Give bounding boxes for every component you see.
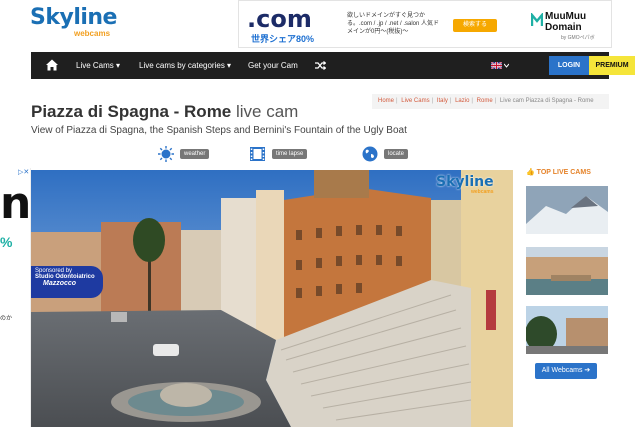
ad-brand-line2: Domain — [545, 22, 582, 33]
all-webcams-button[interactable]: All Webcams ➔ — [535, 363, 597, 379]
weather-label: weather — [180, 149, 210, 159]
ad-body-text: 欲しいドメインがすぐ見つかる。.com / .jp / .net / .salo… — [347, 13, 440, 35]
weather-button[interactable]: weather — [158, 146, 218, 162]
breadcrumb-current: Live cam Piazza di Spagna - Rome — [499, 98, 594, 104]
home-icon[interactable] — [45, 58, 59, 72]
site-logo[interactable]: Skyline webcams — [30, 6, 120, 44]
globe-icon — [362, 146, 378, 162]
side-ad[interactable]: ▷✕ n % のか — [0, 168, 31, 427]
webcam-image — [31, 170, 513, 427]
main-nav: Live Cams ▾ Live cams by categories ▾ Ge… — [31, 52, 635, 79]
ad-headline: .com — [247, 5, 312, 33]
ad-search-button[interactable]: 検索する — [453, 19, 497, 32]
premium-button[interactable]: PREMIUM — [589, 56, 635, 75]
sponsor-surname: Mazzocco — [43, 280, 77, 287]
thumbs-up-icon: 👍 — [526, 169, 535, 176]
locate-label: locate — [384, 149, 409, 159]
nav-live-cams-by-categories[interactable]: Live cams by categories ▾ — [139, 52, 231, 79]
timelapse-button[interactable]: time lapse — [249, 146, 315, 162]
login-button[interactable]: LOGIN — [549, 56, 589, 75]
side-ad-text: のか — [0, 316, 13, 322]
logo-text: Skyline — [30, 5, 117, 30]
page-title-suffix: live cam — [231, 102, 299, 121]
breadcrumb-rome[interactable]: Rome — [477, 98, 493, 104]
top-cam-thumbnail[interactable] — [526, 306, 608, 354]
breadcrumb: Home | Live Cams | Italy | Lazio | Rome | Liv… — [372, 94, 609, 109]
nav-live-cams[interactable]: Live Cams ▾ — [76, 52, 120, 79]
top-cam-thumbnail[interactable] — [526, 247, 608, 295]
breadcrumb-home[interactable]: Home — [378, 98, 394, 104]
top-live-cams-heading: 👍 TOP LIVE CAMS — [526, 168, 591, 176]
breadcrumb-lazio[interactable]: Lazio — [455, 98, 469, 104]
ad-share-text: 世界シェア80% — [251, 34, 315, 44]
page-title-main: Piazza di Spagna - Rome — [31, 102, 232, 121]
logo-subtext: webcams — [74, 29, 111, 38]
timelapse-label: time lapse — [272, 149, 308, 159]
cam-watermark-logo: Skyline — [436, 174, 494, 190]
side-ad-percent: % — [0, 234, 13, 250]
breadcrumb-live-cams[interactable]: Live Cams — [401, 98, 429, 104]
ad-gmo-text: by GMOペパボ — [561, 35, 595, 41]
nav-get-your-cam[interactable]: Get your Cam — [248, 52, 298, 79]
page-subtitle: View of Piazza di Spagna, the Spanish St… — [31, 125, 407, 136]
locate-button[interactable]: locate — [362, 146, 416, 162]
weather-icon — [158, 146, 174, 162]
side-ad-letter: n — [0, 178, 32, 229]
film-icon — [250, 147, 265, 161]
top-live-cams-label: TOP LIVE CAMS — [536, 169, 591, 176]
top-banner-ad[interactable]: .com 世界シェア80% 欲しいドメインがすぐ見つかる。.com / .jp … — [238, 0, 612, 48]
ad-brand-line1: MuuMuu — [545, 11, 587, 22]
top-cam-thumbnail[interactable] — [526, 186, 608, 234]
webcam-view[interactable]: Skyline webcams Sponsored by Studio Odon… — [31, 170, 513, 427]
ad-choices-icon[interactable]: ▷✕ — [18, 168, 29, 176]
thumbnail-image — [526, 186, 608, 234]
chevron-down-icon[interactable] — [504, 63, 509, 68]
ad-brand: MuuMuu Domain — [545, 11, 586, 33]
muumuu-logo-icon — [531, 13, 543, 26]
uk-flag-icon[interactable] — [491, 62, 502, 69]
breadcrumb-italy[interactable]: Italy — [437, 98, 448, 104]
thumbnail-image — [526, 247, 608, 295]
thumbnail-image — [526, 306, 608, 354]
shuffle-icon[interactable] — [315, 60, 326, 71]
sponsor-badge[interactable]: Sponsored by Studio Odontoiatrico Mazzoc… — [31, 266, 103, 298]
cam-watermark-sub: webcams — [471, 189, 494, 195]
page-title: Piazza di Spagna - Rome live cam — [31, 102, 298, 122]
